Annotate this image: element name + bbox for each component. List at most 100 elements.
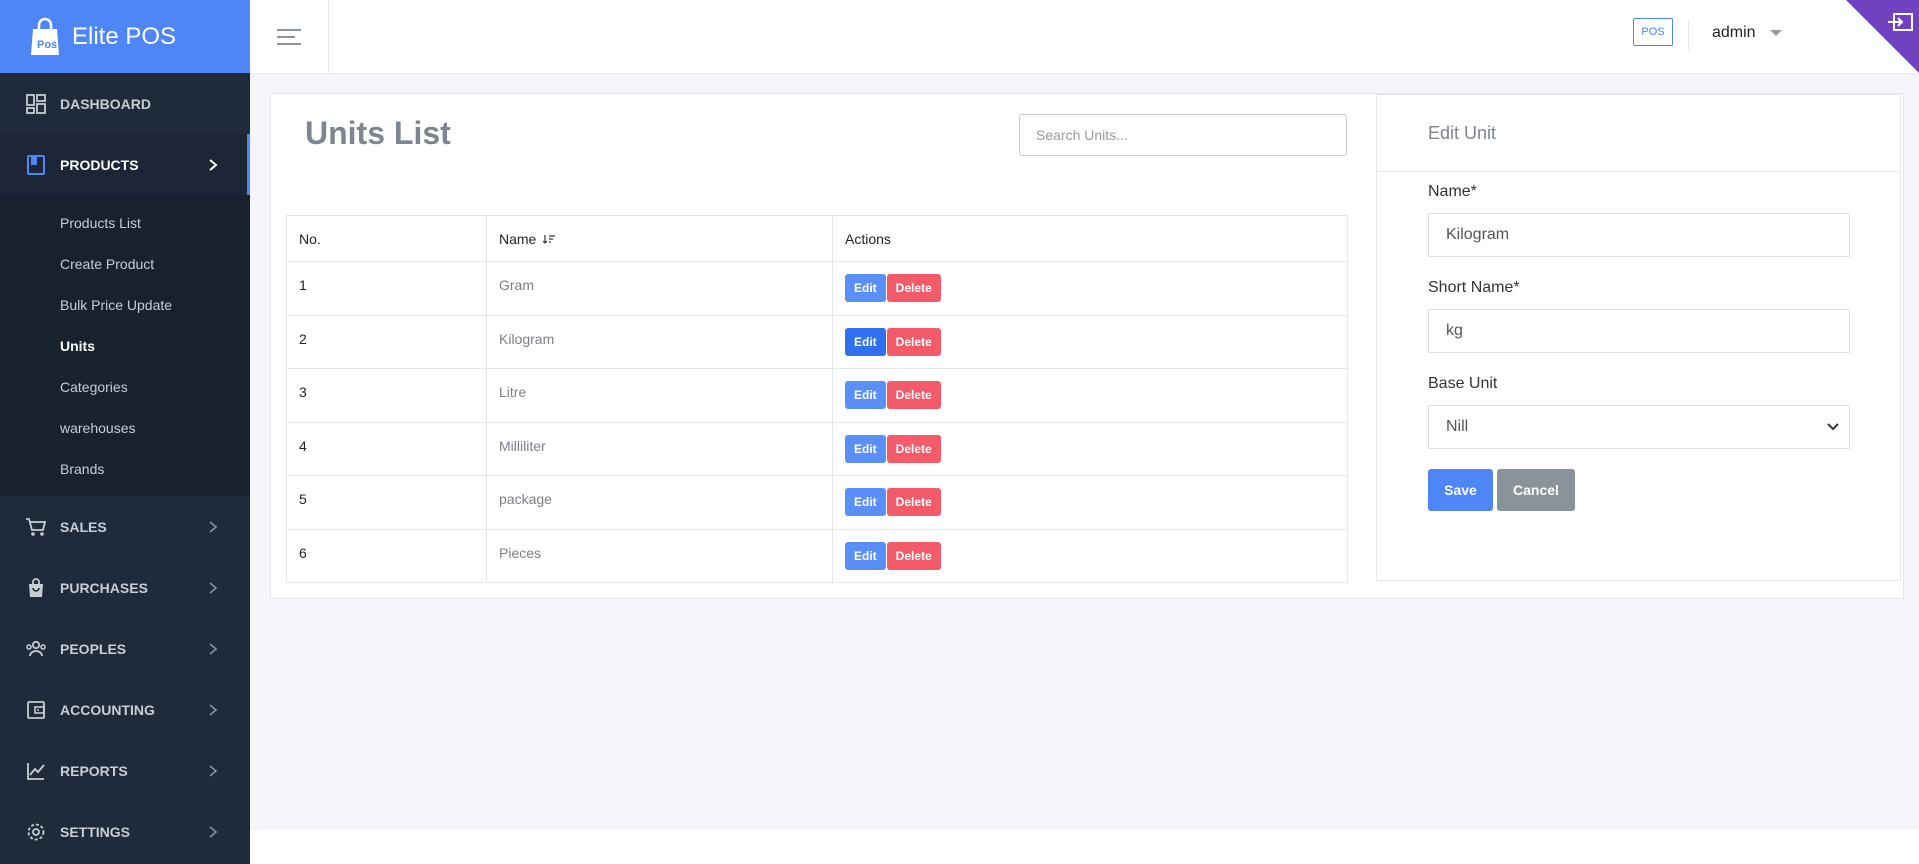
base-unit-select[interactable]: Nill: [1428, 405, 1850, 449]
chevron-right-icon: [209, 642, 218, 655]
edit-button[interactable]: Edit: [845, 434, 886, 463]
cancel-button[interactable]: Cancel: [1497, 469, 1575, 511]
sidebar-item-label: PURCHASES: [60, 579, 148, 596]
edit-button[interactable]: Edit: [845, 541, 886, 570]
sidebar-item-purchases[interactable]: PURCHASES: [0, 557, 250, 618]
cell-no: 6: [286, 528, 487, 583]
svg-text:Pos: Pos: [37, 39, 57, 51]
save-button[interactable]: Save: [1428, 469, 1493, 511]
cell-actions: Edit Delete: [832, 421, 1348, 476]
header-divider: [1688, 20, 1689, 50]
shopping-bag-logo-icon: Pos: [31, 17, 59, 55]
sidebar-item-label: PRODUCTS: [60, 156, 139, 173]
cell-actions: Edit Delete: [832, 528, 1348, 583]
sidebar-item-label: SALES: [60, 518, 107, 535]
line-chart-icon: [25, 760, 47, 782]
name-label: Name*: [1428, 183, 1477, 200]
delete-button[interactable]: Delete: [886, 381, 941, 409]
delete-button[interactable]: Delete: [886, 488, 941, 516]
search-input[interactable]: [1019, 114, 1347, 156]
delete-button[interactable]: Delete: [886, 434, 941, 463]
delete-button[interactable]: Delete: [886, 274, 941, 302]
chevron-down-icon: [1827, 423, 1839, 431]
hamburger-icon: [277, 28, 301, 45]
sidebar-item-sales[interactable]: SALES: [0, 496, 250, 557]
shopping-bag-icon: [25, 577, 47, 599]
column-header-name-label: Name: [499, 230, 537, 247]
wallet-icon: [25, 699, 47, 721]
sidebar-item-label: SETTINGS: [60, 823, 131, 840]
cart-icon: [25, 516, 47, 538]
submenu-categories[interactable]: Categories: [0, 366, 250, 407]
column-header-no: No.: [286, 215, 487, 262]
brand-name: Elite POS: [72, 22, 177, 50]
chevron-right-icon: [209, 158, 218, 171]
sidebar-item-products[interactable]: PRODUCTS: [0, 134, 250, 195]
sidebar-item-reports[interactable]: REPORTS: [0, 740, 250, 801]
column-header-actions: Actions: [832, 215, 1348, 262]
cell-name: Litre: [486, 368, 833, 423]
user-menu[interactable]: admin: [1712, 24, 1782, 42]
sidebar-item-accounting[interactable]: ACCOUNTING: [0, 679, 250, 740]
table-row: 3 Litre Edit Delete: [286, 368, 1348, 423]
sidebar-item-peoples[interactable]: PEOPLES: [0, 618, 250, 679]
top-header: POS admin: [250, 0, 1919, 74]
submenu-warehouses[interactable]: warehouses: [0, 407, 250, 448]
page-title: Units List: [305, 115, 451, 151]
chevron-right-icon: [209, 520, 218, 533]
chevron-right-icon: [209, 581, 218, 594]
cell-no: 1: [286, 261, 487, 316]
chevron-right-icon: [209, 703, 218, 716]
pos-button[interactable]: POS: [1633, 18, 1673, 46]
cell-actions: Edit Delete: [832, 368, 1348, 423]
name-field[interactable]: [1428, 213, 1850, 257]
edit-unit-title: Edit Unit: [1377, 95, 1900, 172]
dashboard-icon: [25, 93, 47, 115]
submenu-brands[interactable]: Brands: [0, 448, 250, 489]
logout-corner-icon[interactable]: [1846, 0, 1919, 73]
cell-no: 5: [286, 475, 487, 530]
products-submenu: Products List Create Product Bulk Price …: [0, 195, 250, 496]
sidebar-item-label: DASHBOARD: [60, 95, 151, 112]
edit-button[interactable]: Edit: [845, 488, 886, 516]
edit-unit-card: Edit Unit Name* Short Name* Base Unit Ni…: [1376, 94, 1901, 581]
short-name-label: Short Name*: [1428, 279, 1520, 296]
cell-name: Kilogram: [486, 314, 833, 369]
table-row: 4 Milliliter Edit Delete: [286, 421, 1348, 476]
menu-toggle-button[interactable]: [250, 0, 329, 73]
submenu-products-list[interactable]: Products List: [0, 202, 250, 243]
edit-button[interactable]: Edit: [845, 381, 886, 409]
users-icon: [25, 638, 47, 660]
chevron-right-icon: [209, 825, 218, 838]
sidebar: Pos Elite POS DASHBOARD PRODUCTS Product…: [0, 0, 250, 864]
table-row: 6 Pieces Edit Delete: [286, 528, 1348, 583]
delete-button[interactable]: Delete: [886, 327, 941, 356]
sidebar-item-label: PEOPLES: [60, 640, 127, 657]
chevron-right-icon: [209, 764, 218, 777]
short-name-field[interactable]: [1428, 309, 1850, 353]
submenu-bulk-price-update[interactable]: Bulk Price Update: [0, 284, 250, 325]
sidebar-item-label: ACCOUNTING: [60, 701, 155, 718]
cell-actions: Edit Delete: [832, 475, 1348, 530]
sidebar-item-label: REPORTS: [60, 762, 128, 779]
column-header-name[interactable]: Name: [486, 215, 833, 262]
edit-button[interactable]: Edit: [845, 327, 886, 356]
brand[interactable]: Pos Elite POS: [0, 0, 250, 73]
sidebar-item-settings[interactable]: SETTINGS: [0, 801, 250, 862]
user-name: admin: [1712, 24, 1756, 41]
delete-button[interactable]: Delete: [886, 541, 941, 570]
table-row: 5 package Edit Delete: [286, 475, 1348, 530]
cell-name: package: [486, 475, 833, 530]
sidebar-item-dashboard[interactable]: DASHBOARD: [0, 73, 250, 134]
footer: [250, 830, 1919, 864]
table-row: 1 Gram Edit Delete: [286, 261, 1348, 316]
cell-name: Gram: [486, 261, 833, 316]
units-table: No. Name Actions 1 Gram Edit Delete 2 Kil…: [286, 215, 1348, 583]
submenu-units[interactable]: Units: [0, 325, 250, 366]
cell-name: Milliliter: [486, 421, 833, 476]
cell-no: 2: [286, 314, 487, 369]
cell-actions: Edit Delete: [832, 314, 1348, 369]
edit-button[interactable]: Edit: [845, 274, 886, 302]
cell-no: 4: [286, 421, 487, 476]
submenu-create-product[interactable]: Create Product: [0, 243, 250, 284]
